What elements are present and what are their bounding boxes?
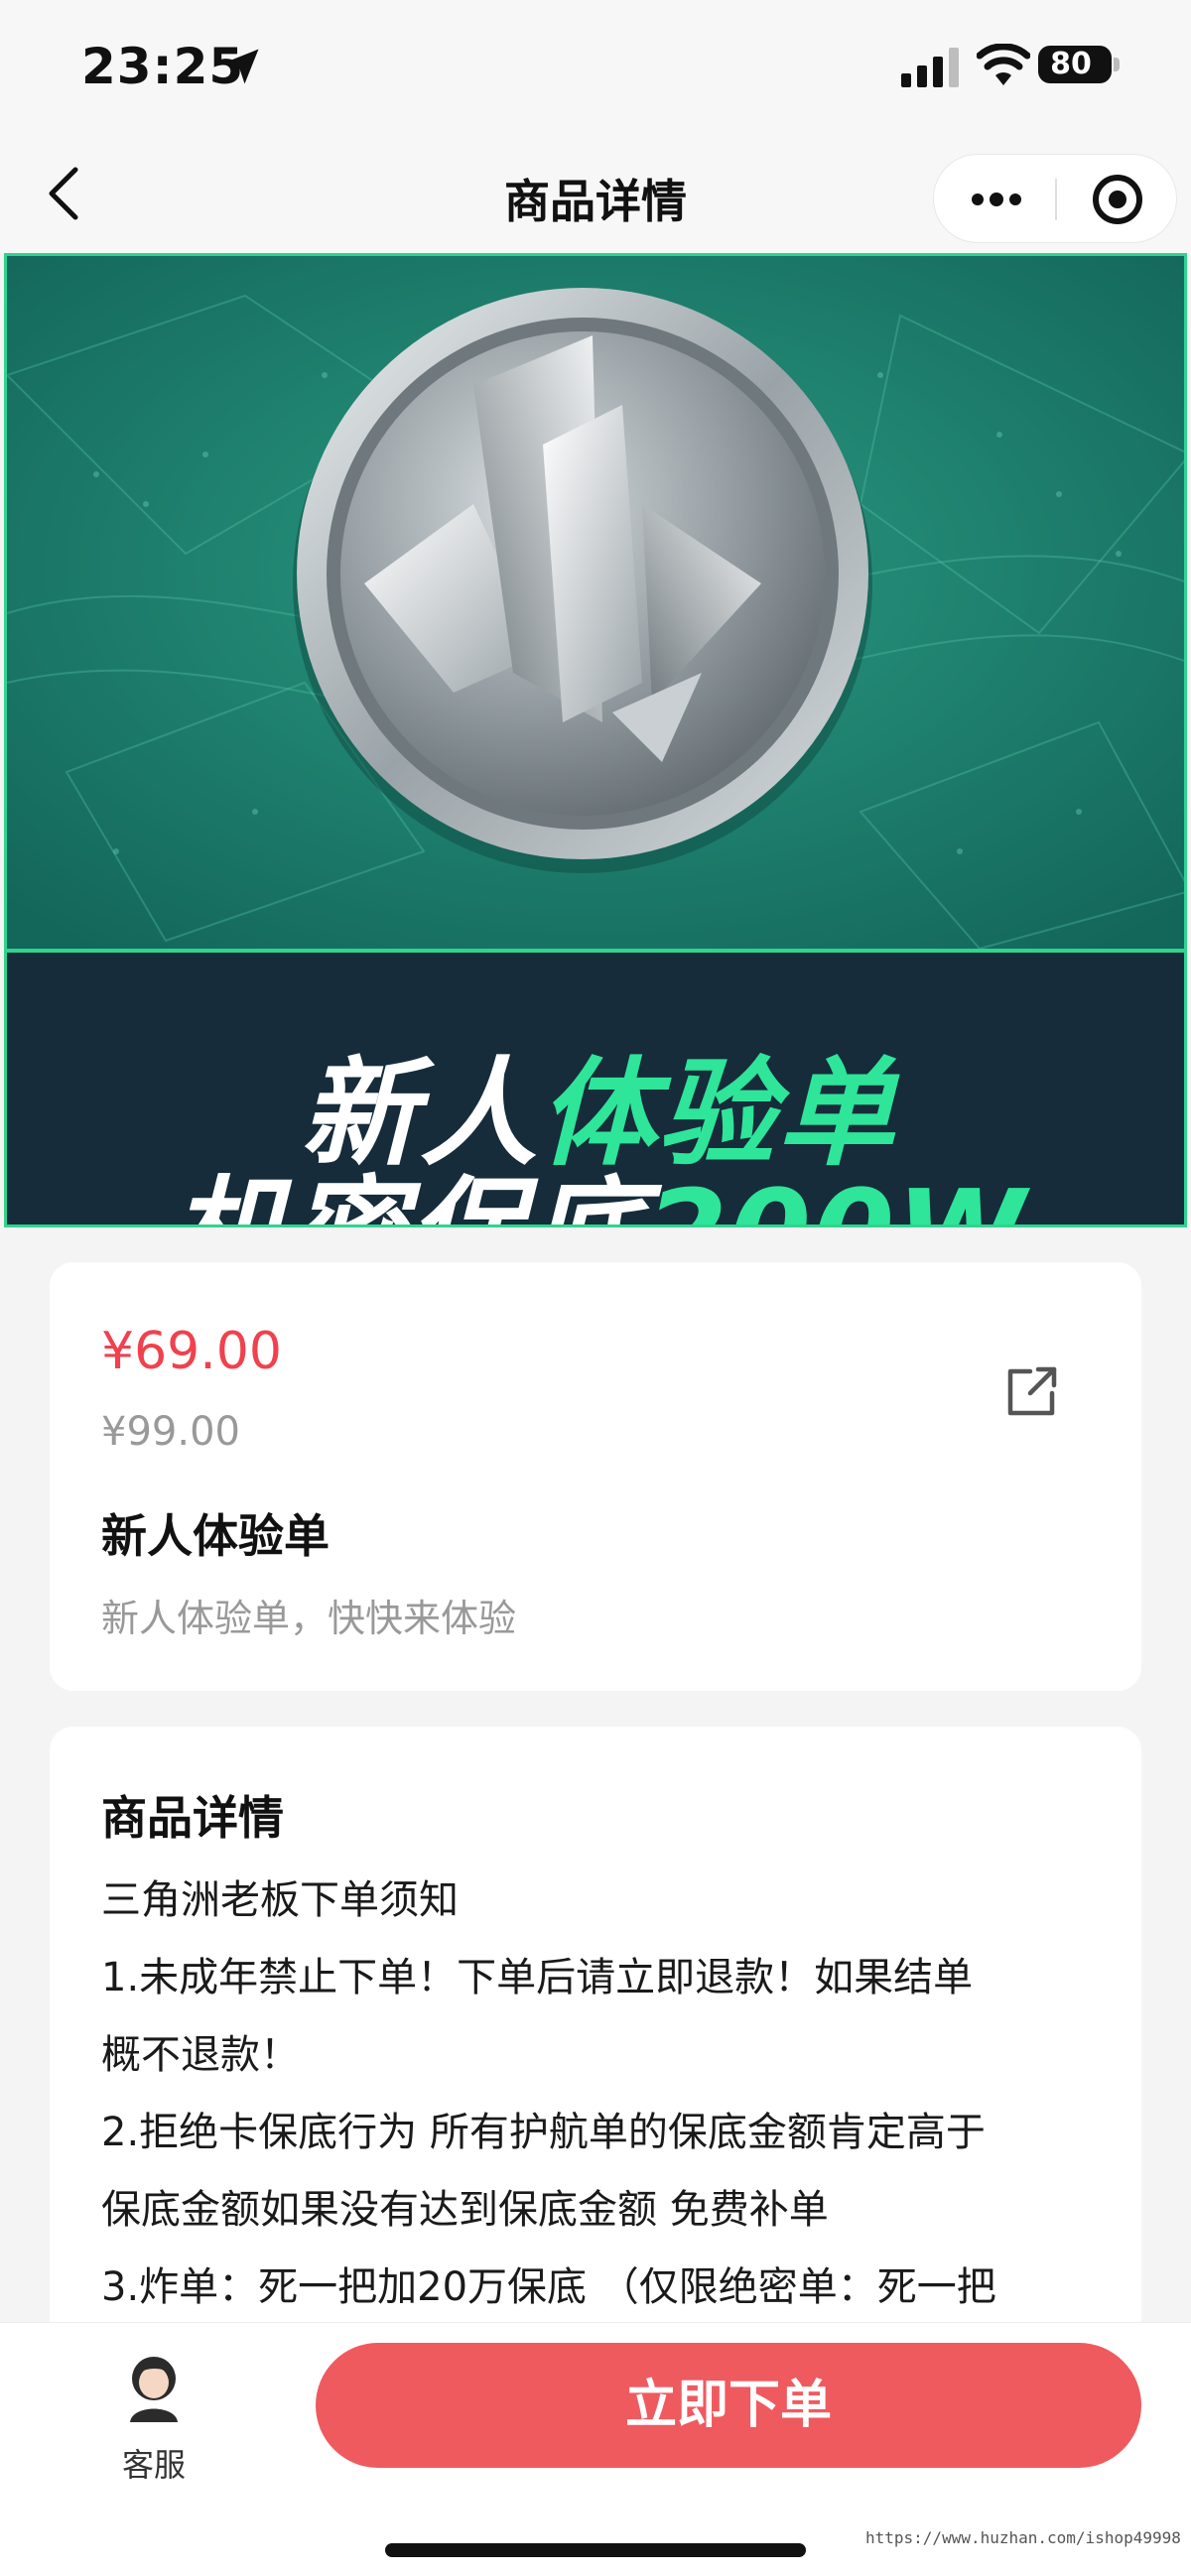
customer-service-icon [130, 2357, 178, 2422]
detail-line: 三角洲老板下单须知 [101, 1877, 459, 1923]
battery-indicator: 80 [1038, 46, 1120, 83]
banner-subheadline-green: 200W [646, 1164, 1027, 1224]
detail-line: 1.未成年禁止下单！下单后请立即退款！如果结单 [101, 1955, 974, 2000]
mini-program-capsule [933, 154, 1177, 243]
status-bar: 23:25 80 [0, 0, 1191, 134]
banner-subheadline: 机密保底200W [7, 1137, 1184, 1224]
more-dots-icon [972, 193, 984, 205]
back-arrow-icon[interactable] [40, 162, 89, 225]
product-price: ¥69.00 [101, 1322, 282, 1381]
customer-service-label: 客服 [121, 2446, 186, 2484]
banner-background-art [7, 256, 1184, 951]
wifi-icon [977, 44, 1030, 85]
share-icon[interactable] [1002, 1361, 1062, 1421]
battery-level: 80 [1050, 47, 1092, 81]
location-arrow-icon [223, 49, 259, 84]
detail-line: 保底金额如果没有达到保底金额 免费补单 [101, 2187, 829, 2233]
order-now-label: 立即下单 [624, 2376, 832, 2435]
product-banner: 新人体验单 机密保底200W [4, 253, 1187, 1227]
battery-cap [1114, 58, 1120, 71]
navigation-bar: 商品详情 [0, 134, 1191, 253]
original-price: ¥99.00 [101, 1409, 240, 1455]
detail-line: 概不退款！ [101, 2032, 300, 2078]
customer-service-button[interactable]: 客服 [79, 2353, 228, 2492]
home-indicator[interactable] [385, 2543, 806, 2557]
target-circle-icon [1093, 175, 1142, 224]
detail-line: 3.炸单：死一把加20万保底 （仅限绝密单：死一把 [101, 2264, 996, 2310]
product-name: 新人体验单 [101, 1509, 330, 1563]
cellular-signal-icon [901, 48, 959, 87]
product-detail-card: 商品详情 三角洲老板下单须知 1.未成年禁止下单！下单后请立即退款！如果结单 概… [50, 1727, 1141, 2322]
more-menu-button[interactable] [934, 155, 1055, 244]
order-now-button[interactable]: 立即下单 [316, 2343, 1141, 2468]
detail-section-title: 商品详情 [101, 1791, 284, 1845]
page-title: 商品详情 [504, 175, 687, 228]
more-dot [990, 193, 1003, 206]
product-info-card: ¥69.00 ¥99.00 新人体验单 新人体验单，快快来体验 [50, 1262, 1141, 1691]
banner-artwork [7, 256, 1184, 951]
watermark: https://www.huzhan.com/ishop49998 [865, 2528, 1181, 2547]
detail-line: 2.拒绝卡保底行为 所有护航单的保底金额肯定高于 [101, 2110, 986, 2155]
banner-subheadline-white: 机密保底 [170, 1164, 646, 1224]
detail-text: 三角洲老板下单须知 1.未成年禁止下单！下单后请立即退款！如果结单 概不退款！ … [101, 1862, 1104, 2322]
more-dot [1009, 193, 1021, 205]
close-mini-program-button[interactable] [1057, 155, 1178, 244]
product-description: 新人体验单，快快来体验 [101, 1597, 517, 1640]
